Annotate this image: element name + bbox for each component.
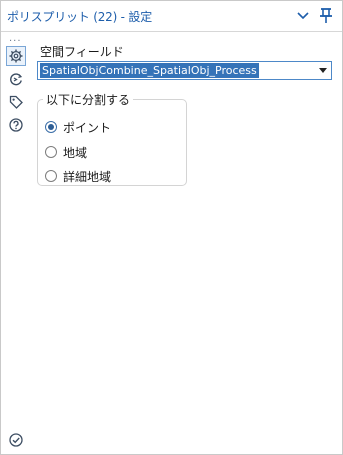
radio-button[interactable]	[45, 121, 57, 133]
dropdown-arrow-icon[interactable]	[319, 68, 327, 73]
spatial-field-select[interactable]: SpatialObjCombine_SpatialObj_Process	[37, 61, 332, 80]
spatial-field-label: 空間フィールド	[40, 45, 124, 59]
gear-icon[interactable]	[6, 46, 26, 66]
window-title: ポリスプリット (22) - 設定	[7, 10, 153, 24]
radio-option-detailed-region[interactable]: 詳細地域	[45, 168, 111, 184]
radio-button[interactable]	[45, 170, 57, 182]
radio-label: 詳細地域	[63, 169, 112, 184]
chevron-down-icon[interactable]	[294, 7, 312, 25]
tag-icon[interactable]	[6, 92, 26, 112]
spatial-field-value: SpatialObjCombine_SpatialObj_Process	[40, 63, 259, 78]
pin-icon[interactable]	[317, 7, 335, 25]
help-icon[interactable]	[6, 115, 26, 135]
title-bar: ポリスプリット (22) - 設定	[1, 1, 342, 32]
radio-option-region[interactable]: 地域	[45, 144, 87, 160]
overflow-dots[interactable]: ...	[9, 34, 22, 44]
radio-label: ポイント	[63, 120, 112, 135]
radio-label: 地域	[63, 145, 88, 160]
radio-option-point[interactable]: ポイント	[45, 119, 111, 135]
split-group-legend: 以下に分割する	[43, 91, 134, 108]
radio-button[interactable]	[45, 146, 57, 158]
left-rail: ...	[1, 32, 31, 454]
config-panel: ポリスプリット (22) - 設定 ... 空間フィールド SpatialObj…	[0, 0, 343, 455]
check-circle-icon[interactable]	[6, 430, 26, 450]
connection-icon[interactable]	[6, 69, 26, 89]
